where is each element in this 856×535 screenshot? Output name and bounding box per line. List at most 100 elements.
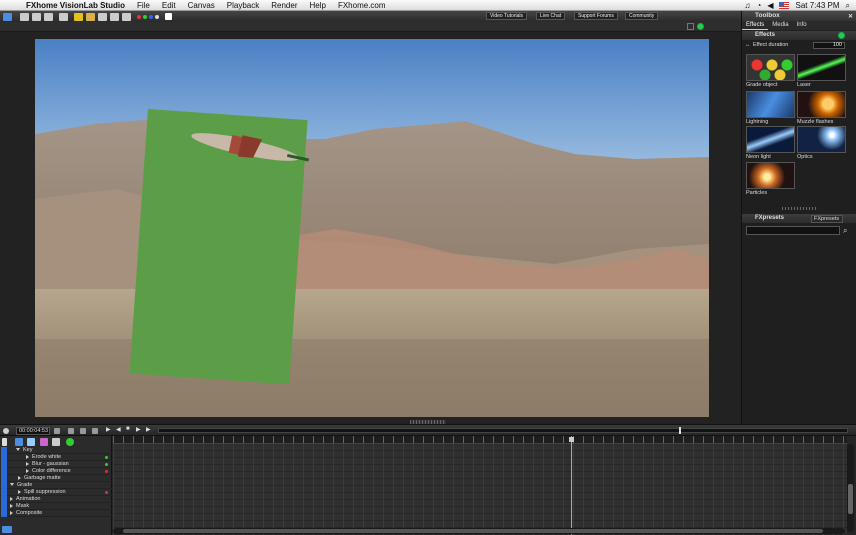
status-led[interactable] — [105, 463, 108, 466]
track-color-difference[interactable]: Color difference — [0, 468, 112, 475]
effect-duration-input[interactable]: 100 — [813, 42, 845, 49]
eraser-tool-icon[interactable] — [52, 438, 60, 446]
app-menu[interactable]: FXhome VisionLab Studio — [26, 1, 125, 10]
playhead[interactable] — [571, 436, 572, 535]
effect-muzzle-flashes[interactable]: Muzzle flashes — [797, 91, 846, 126]
video-tutorials-button[interactable]: Video Tutorials — [486, 12, 527, 20]
track-spill-suppression[interactable]: Spill suppression — [0, 489, 112, 496]
blue-channel-icon[interactable] — [149, 14, 153, 19]
expand-icon[interactable] — [10, 503, 13, 508]
alpha-channel-icon[interactable] — [155, 14, 159, 19]
headphones-icon[interactable]: ♫ — [744, 1, 750, 10]
add-track-icon[interactable] — [2, 526, 12, 533]
guides-icon[interactable] — [122, 12, 131, 21]
vertical-scroll-thumb[interactable] — [848, 484, 853, 514]
community-button[interactable]: Community — [625, 12, 659, 20]
play-forward-icon[interactable]: ▶ — [136, 426, 141, 433]
airport-icon[interactable]: ◔ — [756, 1, 761, 10]
tab-media[interactable]: Media — [768, 21, 792, 30]
effect-grade-object[interactable]: Grade object — [746, 54, 795, 89]
viewer-menu-icon[interactable] — [687, 23, 694, 30]
track-grade[interactable]: Grade — [0, 482, 112, 489]
timeline-vertical-scrollbar[interactable] — [847, 444, 854, 532]
video-frame[interactable] — [35, 39, 709, 417]
support-forums-button[interactable]: Support Forums — [574, 12, 618, 20]
tracks-ok-icon[interactable] — [66, 438, 74, 446]
undo-icon[interactable] — [59, 12, 68, 21]
expand-icon[interactable] — [10, 483, 14, 487]
expand-icon[interactable] — [10, 496, 13, 501]
keyframe-grid[interactable] — [113, 444, 847, 535]
status-led[interactable] — [105, 491, 108, 494]
expand-icon[interactable] — [26, 461, 29, 466]
grid-icon[interactable] — [110, 12, 119, 21]
pen-tool-icon[interactable] — [27, 438, 35, 446]
scrubber-knob[interactable] — [679, 427, 681, 434]
effect-optics[interactable]: Optics — [797, 126, 846, 161]
move-tool-icon[interactable] — [74, 12, 83, 21]
input-flag-icon[interactable] — [779, 2, 790, 9]
spotlight-icon[interactable]: ⌕ — [846, 1, 850, 11]
expand-icon[interactable] — [18, 489, 21, 494]
viewer-ok-icon[interactable] — [697, 23, 704, 30]
track-animation[interactable]: Animation — [0, 496, 112, 503]
expand-icon[interactable] — [18, 475, 21, 480]
step-back-icon[interactable]: ◀ — [116, 426, 121, 433]
expand-icon[interactable] — [26, 468, 29, 473]
timeline-menu-icon[interactable] — [3, 428, 9, 434]
tab-effects[interactable]: Effects — [742, 21, 769, 30]
status-led[interactable] — [105, 470, 108, 473]
timeline-horizontal-scrollbar[interactable] — [113, 528, 845, 534]
search-icon[interactable]: ⌕ — [843, 226, 847, 236]
open-file-icon[interactable] — [32, 12, 41, 21]
track-erode-white[interactable]: Erode white — [0, 454, 112, 461]
menu-file[interactable]: File — [137, 1, 150, 10]
effect-neon-light[interactable]: Neon light — [746, 126, 795, 161]
project-icon[interactable] — [3, 12, 12, 21]
tab-info[interactable]: Info — [793, 21, 811, 30]
background-color-icon[interactable] — [165, 13, 172, 20]
audio-icon[interactable] — [80, 428, 86, 434]
stop-icon[interactable]: ■ — [126, 426, 130, 432]
playhead-handle[interactable] — [569, 437, 574, 442]
live-chat-button[interactable]: Live Chat — [536, 12, 566, 20]
green-channel-icon[interactable] — [143, 14, 147, 19]
horizontal-scroll-thumb[interactable] — [123, 529, 823, 533]
step-forward-icon[interactable]: ▶ — [146, 426, 151, 433]
effects-section-header[interactable]: Effects — [742, 31, 856, 40]
red-channel-icon[interactable] — [137, 14, 141, 19]
menubar-clock[interactable]: Sat 7:43 PM — [795, 1, 839, 10]
timecode-mode-icon[interactable] — [54, 428, 60, 434]
menu-playback[interactable]: Playback — [227, 1, 259, 10]
fxpresets-chooser[interactable]: FXpresets — [811, 215, 843, 223]
expand-icon[interactable] — [16, 448, 20, 452]
effects-ok-icon[interactable] — [838, 32, 845, 39]
expand-icon[interactable] — [26, 454, 29, 459]
panel-splitter-handle[interactable] — [782, 207, 818, 210]
effect-particles[interactable]: Particles — [746, 162, 795, 197]
expand-icon[interactable] — [10, 510, 13, 515]
effect-lightning[interactable]: Lightning — [746, 91, 795, 126]
track-garbage-matte[interactable]: Garbage matte — [0, 475, 112, 482]
track-blur-gaussian[interactable]: Blur - gaussian — [0, 461, 112, 468]
track-mask[interactable]: Mask — [0, 503, 112, 510]
timeline-ruler[interactable] — [113, 436, 847, 444]
timecode-display[interactable]: 00:00:04:53 — [16, 427, 50, 435]
zoom-tool-icon[interactable] — [98, 12, 107, 21]
crop-tool-icon[interactable] — [86, 12, 95, 21]
menu-help[interactable]: Help — [310, 1, 326, 10]
new-file-icon[interactable] — [20, 12, 29, 21]
track-composite[interactable]: Composite — [0, 510, 112, 517]
menu-render[interactable]: Render — [271, 1, 297, 10]
status-led[interactable] — [105, 456, 108, 459]
fxpresets-search-input[interactable] — [746, 226, 840, 235]
save-file-icon[interactable] — [44, 12, 53, 21]
track-key[interactable]: Key — [0, 447, 112, 454]
brush-tool-icon[interactable] — [40, 438, 48, 446]
keyframe-tool-icon[interactable] — [15, 438, 23, 446]
menu-canvas[interactable]: Canvas — [188, 1, 215, 10]
volume-icon[interactable]: ◀ — [767, 1, 773, 10]
effect-laser[interactable]: Laser — [797, 54, 846, 89]
play-icon[interactable]: ▶ — [106, 426, 111, 433]
snapshot-icon[interactable] — [92, 428, 98, 434]
